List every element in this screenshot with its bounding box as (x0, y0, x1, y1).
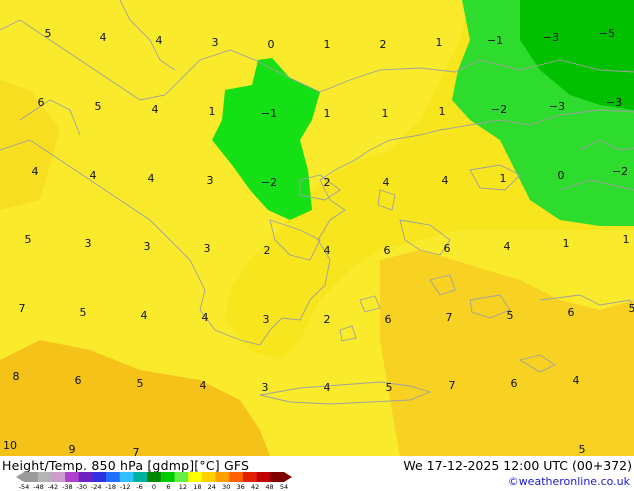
temperature-label: 1 (436, 36, 443, 49)
temperature-label: 4 (152, 103, 159, 116)
temperature-label: 1 (439, 105, 446, 118)
temperature-label: 5 (137, 377, 144, 390)
weather-map-screen: 54430121−1−3−56541−1111−2−3−34443−224410… (0, 0, 634, 490)
temperature-label: 1 (209, 105, 216, 118)
temperature-label: 9 (69, 443, 76, 456)
temperature-label: 5 (95, 100, 102, 113)
temperature-label: 7 (449, 379, 456, 392)
legend-swatch (120, 472, 134, 482)
temperature-label: 3 (263, 313, 270, 326)
temperature-label: 7 (19, 302, 26, 315)
temperature-label: −2 (612, 165, 628, 178)
temperature-label: 6 (568, 306, 575, 319)
temperature-label: −2 (261, 176, 277, 189)
legend-high-arrow (284, 472, 292, 482)
temperature-label: 5 (45, 27, 52, 40)
temperature-label: −5 (599, 27, 615, 40)
temperature-label: 6 (511, 377, 518, 390)
temperature-label: 4 (383, 176, 390, 189)
temperature-label: 4 (141, 309, 148, 322)
temperature-label: 6 (444, 242, 451, 255)
temperature-label: 2 (324, 313, 331, 326)
temperature-label: 4 (324, 381, 331, 394)
legend-swatch (51, 472, 65, 482)
temperature-label: 8 (13, 370, 20, 383)
forecast-datetime: We 17-12-2025 12:00 UTC (00+372) (403, 458, 632, 473)
temperature-label: 4 (32, 165, 39, 178)
temperature-label: 1 (500, 172, 507, 185)
legend-swatch (229, 472, 243, 482)
legend-swatch (188, 472, 202, 482)
temperature-map: 54430121−1−3−56541−1111−2−3−34443−224410… (0, 0, 634, 456)
map-footer: Height/Temp. 850 hPa [gdmp][°C] GFS We 1… (0, 456, 634, 490)
temperature-label: −2 (491, 103, 507, 116)
legend-low-arrow (16, 472, 24, 482)
color-scale-legend (16, 472, 292, 482)
legend-swatch (175, 472, 189, 482)
temperature-label: 7 (446, 311, 453, 324)
legend-swatch (216, 472, 230, 482)
temperature-label: −1 (261, 107, 277, 120)
legend-swatch (38, 472, 52, 482)
legend-swatch (106, 472, 120, 482)
temperature-label: 5 (25, 233, 32, 246)
temperature-label: 5 (579, 443, 586, 456)
temperature-label: 5 (629, 302, 634, 315)
temperature-label: 3 (144, 240, 151, 253)
temperature-label: 3 (85, 237, 92, 250)
temperature-label: 5 (386, 381, 393, 394)
temperature-label: 6 (385, 313, 392, 326)
temperature-label: 2 (380, 38, 387, 51)
legend-swatch (24, 472, 38, 482)
legend-swatch (79, 472, 93, 482)
legend-swatch (270, 472, 284, 482)
temperature-label: −1 (487, 34, 503, 47)
temperature-label: 0 (268, 38, 275, 51)
temperature-label: 1 (563, 237, 570, 250)
temperature-label: 3 (212, 36, 219, 49)
legend-swatch (65, 472, 79, 482)
temperature-label: −3 (606, 96, 622, 109)
temperature-label: 3 (207, 174, 214, 187)
temperature-label: 3 (204, 242, 211, 255)
temperature-label: 7 (133, 446, 140, 456)
temperature-label: 1 (623, 233, 630, 246)
temperature-label: 6 (384, 244, 391, 257)
temperature-label: 5 (80, 306, 87, 319)
temperature-label: 0 (558, 169, 565, 182)
temperature-label: 4 (202, 311, 209, 324)
temperature-label: 4 (90, 169, 97, 182)
temperature-label: 1 (324, 107, 331, 120)
temperature-label: 4 (573, 374, 580, 387)
legend-swatch (202, 472, 216, 482)
temperature-label: 4 (442, 174, 449, 187)
temperature-label: 10 (3, 439, 17, 452)
temperature-label: −3 (543, 31, 559, 44)
temperature-label: −3 (549, 100, 565, 113)
map-title: Height/Temp. 850 hPa [gdmp][°C] GFS (2, 458, 249, 473)
temperature-label: 4 (156, 34, 163, 47)
temperature-label: 1 (324, 38, 331, 51)
temperature-label: 5 (507, 309, 514, 322)
legend-swatch (243, 472, 257, 482)
temperature-label: 4 (148, 172, 155, 185)
temperature-label: 1 (382, 107, 389, 120)
legend-swatch (133, 472, 147, 482)
legend-swatch (147, 472, 161, 482)
source-credit-link[interactable]: ©weatheronline.co.uk (508, 475, 630, 488)
legend-swatch (161, 472, 175, 482)
legend-swatch (92, 472, 106, 482)
temperature-label: 2 (324, 176, 331, 189)
temperature-label: 3 (262, 381, 269, 394)
temperature-label: 4 (324, 244, 331, 257)
legend-swatch (257, 472, 271, 482)
temperature-label: 4 (100, 31, 107, 44)
temperature-label: 6 (75, 374, 82, 387)
temperature-label: 6 (38, 96, 45, 109)
temperature-label: 4 (504, 240, 511, 253)
temperature-label: 4 (200, 379, 207, 392)
temperature-label: 2 (264, 244, 271, 257)
